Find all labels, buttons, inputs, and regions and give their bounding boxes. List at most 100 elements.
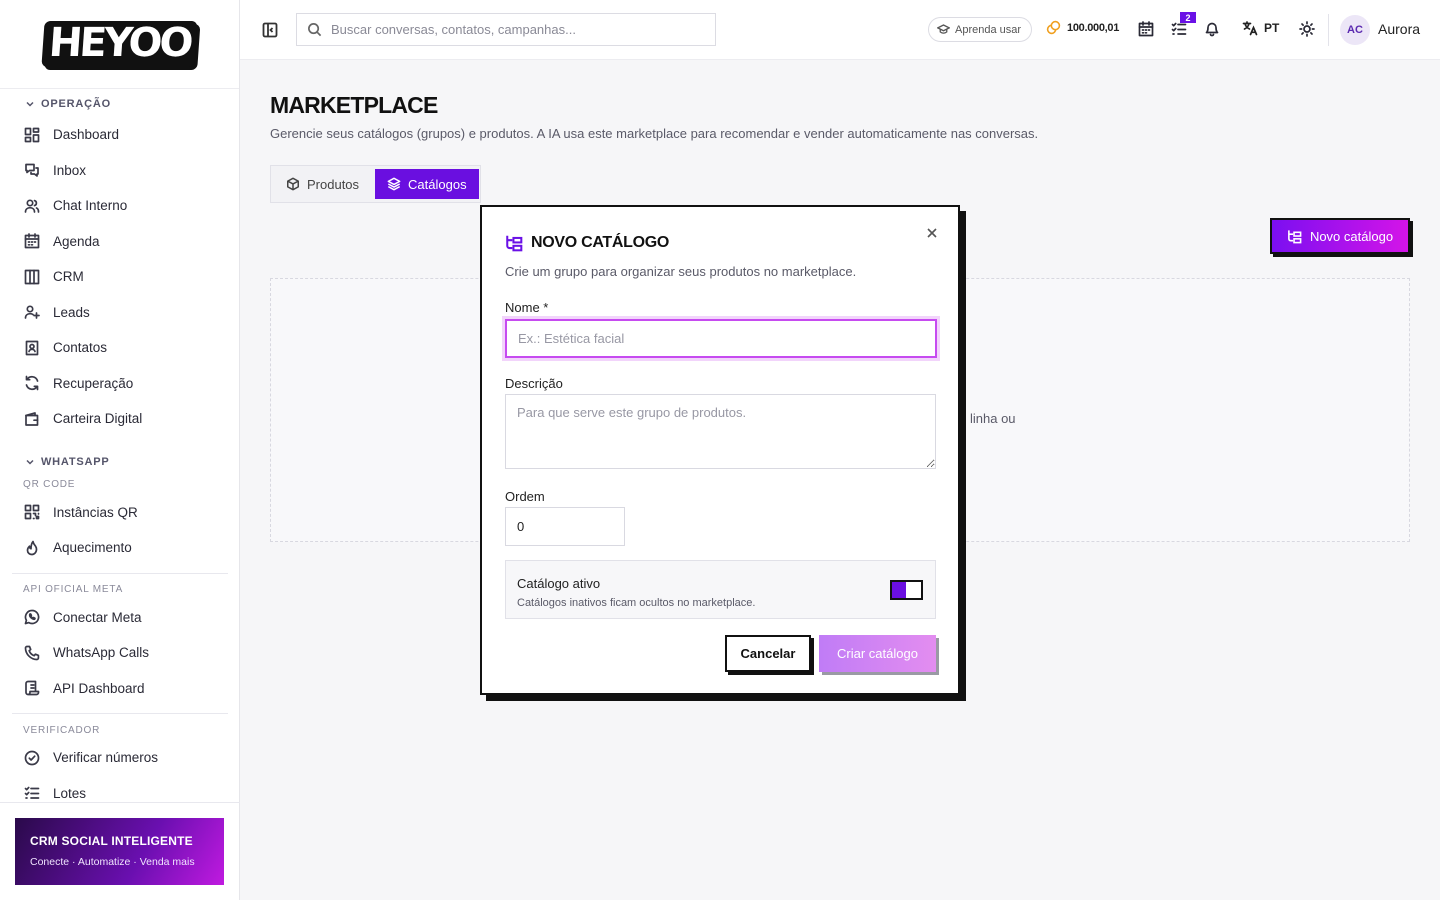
dialog-subtitle: Crie um grupo para organizar seus produt… (505, 264, 857, 279)
name-label: Nome * (505, 300, 549, 315)
section-label: OPERAÇÃO (41, 98, 111, 110)
sidebar-item-label: Aquecimento (53, 540, 132, 556)
sidebar-item-aquecimento[interactable]: Aquecimento (0, 530, 240, 566)
sidebar-item-api-dashboard[interactable]: API Dashboard (0, 671, 240, 707)
description-field[interactable] (505, 394, 936, 469)
subsection-verificador: VERIFICADOR (23, 724, 101, 736)
sidebar-item-label: Conectar Meta (53, 609, 142, 625)
description-label: Descrição (505, 376, 563, 391)
credits-value: 100.000,01 (1067, 21, 1120, 34)
active-title: Catálogo ativo (517, 576, 601, 591)
close-button[interactable] (925, 226, 939, 240)
sidebar-item-label: API Dashboard (53, 680, 145, 696)
sidebar-item-whatsapp-calls[interactable]: WhatsApp Calls (0, 635, 240, 671)
dialog-title: NOVO CATÁLOGO (531, 234, 670, 251)
whatsapp-icon (24, 609, 40, 625)
sidebar-item-label: Dashboard (53, 127, 120, 143)
empty-state-text: linha ou (970, 411, 1016, 426)
sidebar-item-crm[interactable]: CRM (0, 259, 240, 295)
topbar: Aprenda usar 100.000,01 2 PT AC Aurora (240, 0, 1440, 60)
active-toggle[interactable] (890, 580, 923, 600)
topbar-divider (1328, 14, 1329, 46)
sidebar-item-label: Agenda (53, 233, 100, 249)
calendar-button[interactable] (1138, 21, 1154, 37)
avatar[interactable]: AC (1340, 15, 1370, 45)
panel-left-icon (262, 22, 278, 38)
sidebar-item-label: WhatsApp Calls (53, 645, 150, 661)
cancel-button[interactable]: Cancelar (725, 635, 811, 672)
calendar-icon (1138, 21, 1154, 37)
sidebar-item-verificar-numeros[interactable]: Verificar números (0, 740, 240, 776)
tab-produtos[interactable]: Produtos (274, 169, 371, 199)
toggle-knob (892, 582, 906, 598)
tasks-button[interactable] (1171, 21, 1187, 37)
checklist-icon (1171, 22, 1187, 35)
learn-label: Aprenda usar (955, 23, 1022, 36)
folder-tree-icon (1288, 229, 1302, 243)
layers-icon (387, 177, 401, 191)
sidebar-item-chat-interno[interactable]: Chat Interno (0, 188, 240, 224)
coins-icon (1046, 20, 1061, 35)
promo-banner[interactable]: CRM SOCIAL INTELIGENTE Conecte · Automat… (15, 818, 224, 885)
sidebar-item-label: Chat Interno (53, 198, 128, 214)
language-selector[interactable]: PT (1242, 20, 1279, 36)
checklist-icon (24, 786, 40, 800)
chat-bubbles-icon (25, 163, 39, 178)
sidebar-item-dashboard[interactable]: Dashboard (0, 117, 240, 153)
sidebar-item-label: Contatos (53, 340, 108, 356)
calendar-icon (24, 233, 40, 249)
users-icon (24, 199, 40, 213)
user-plus-icon (24, 305, 40, 320)
sidebar-item-lotes[interactable]: Lotes (0, 776, 240, 803)
sidebar-item-label: Leads (53, 304, 90, 320)
sidebar-item-contatos[interactable]: Contatos (0, 330, 240, 366)
global-search[interactable] (296, 13, 716, 46)
tab-catalogos[interactable]: Catálogos (375, 169, 479, 199)
heyoo-logo[interactable]: HEYOO (41, 20, 198, 67)
refresh-icon (25, 375, 39, 391)
tasks-count-badge: 2 (1180, 12, 1196, 23)
sidebar-item-inbox[interactable]: Inbox (0, 153, 240, 189)
learn-button[interactable]: Aprenda usar (928, 17, 1033, 42)
name-field[interactable] (505, 319, 937, 358)
page-subtitle: Gerencie seus catálogos (grupos) e produ… (270, 126, 1039, 141)
search-icon (308, 23, 322, 37)
sidebar-item-label: CRM (53, 269, 84, 285)
wallet-icon (25, 411, 39, 426)
sidebar-item-label: Instâncias QR (53, 504, 138, 520)
section-operacao-header[interactable]: OPERAÇÃO (0, 91, 240, 117)
sidebar-nav[interactable]: OPERAÇÃO Dashboard Inbox Chat Interno Ag… (0, 89, 240, 802)
section-whatsapp-header[interactable]: WHATSAPP (0, 449, 240, 475)
user-name[interactable]: Aurora (1378, 21, 1420, 37)
credits-balance[interactable]: 100.000,01 (1046, 20, 1119, 35)
order-field[interactable] (505, 507, 625, 546)
dialog-header: NOVO CATÁLOGO (505, 234, 669, 252)
active-description: Catálogos inativos ficam ocultos no mark… (517, 597, 756, 609)
bell-icon (1205, 22, 1219, 37)
sidebar-item-leads[interactable]: Leads (0, 295, 240, 331)
new-catalog-button[interactable]: Novo catálogo (1270, 218, 1410, 254)
notifications-button[interactable] (1204, 21, 1220, 37)
sidebar-item-label: Inbox (53, 162, 87, 178)
create-catalog-button[interactable]: Criar catálogo (819, 635, 936, 672)
new-catalog-label: Novo catálogo (1309, 228, 1394, 244)
sidebar-item-agenda[interactable]: Agenda (0, 224, 240, 260)
columns-icon (24, 269, 40, 285)
section-divider (12, 713, 228, 714)
phone-icon (24, 645, 40, 661)
sidebar-item-instancias-qr[interactable]: Instâncias QR (0, 495, 240, 531)
chevron-down-icon (26, 101, 34, 107)
search-input[interactable] (331, 22, 701, 37)
sidebar-item-label: Recuperação (53, 375, 134, 391)
theme-toggle-button[interactable] (1299, 21, 1315, 37)
sidebar-item-recuperacao[interactable]: Recuperação (0, 366, 240, 402)
section-label: WHATSAPP (41, 455, 110, 468)
graduation-cap-icon (937, 24, 950, 34)
sidebar-item-label: Lotes (53, 785, 87, 801)
sidebar-footer-divider (0, 802, 240, 803)
sidebar-item-carteira-digital[interactable]: Carteira Digital (0, 401, 240, 437)
collapse-sidebar-button[interactable] (262, 22, 278, 38)
subsection-api-oficial-meta: API OFICIAL META (23, 584, 124, 595)
sidebar-item-conectar-meta[interactable]: Conectar Meta (0, 600, 240, 636)
scroll-icon (25, 680, 40, 696)
